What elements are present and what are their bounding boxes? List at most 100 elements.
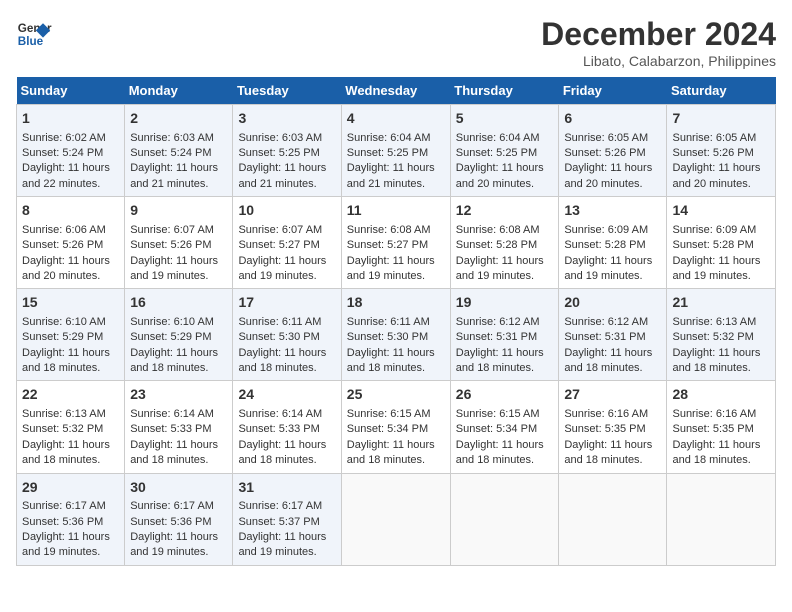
daylight-label: Daylight: 11 hours and 21 minutes. — [238, 162, 326, 189]
calendar-cell: 28Sunrise: 6:16 AMSunset: 5:35 PMDayligh… — [667, 381, 776, 473]
daylight-label: Daylight: 11 hours and 18 minutes. — [672, 439, 760, 466]
daylight-label: Daylight: 11 hours and 18 minutes. — [130, 347, 218, 374]
sunrise-text: Sunrise: 6:03 AM — [238, 132, 322, 144]
calendar-cell: 24Sunrise: 6:14 AMSunset: 5:33 PMDayligh… — [233, 381, 341, 473]
day-number: 9 — [130, 201, 227, 221]
sunrise-text: Sunrise: 6:10 AM — [22, 316, 106, 328]
day-number: 14 — [672, 201, 770, 221]
day-number: 23 — [130, 385, 227, 405]
sunrise-text: Sunrise: 6:13 AM — [672, 316, 756, 328]
daylight-label: Daylight: 11 hours and 21 minutes. — [130, 162, 218, 189]
calendar-week-row: 8Sunrise: 6:06 AMSunset: 5:26 PMDaylight… — [17, 197, 776, 289]
sunset-text: Sunset: 5:29 PM — [22, 331, 103, 343]
sunset-text: Sunset: 5:35 PM — [672, 423, 753, 435]
day-number: 6 — [564, 109, 661, 129]
day-number: 12 — [456, 201, 554, 221]
sunrise-text: Sunrise: 6:16 AM — [564, 408, 648, 420]
day-number: 26 — [456, 385, 554, 405]
sunset-text: Sunset: 5:31 PM — [564, 331, 645, 343]
sunrise-text: Sunrise: 6:15 AM — [347, 408, 431, 420]
sunset-text: Sunset: 5:28 PM — [672, 239, 753, 251]
day-number: 18 — [347, 293, 445, 313]
calendar-cell — [667, 473, 776, 565]
header-saturday: Saturday — [667, 77, 776, 105]
sunrise-text: Sunrise: 6:04 AM — [347, 132, 431, 144]
sunset-text: Sunset: 5:29 PM — [130, 331, 211, 343]
calendar-cell: 1Sunrise: 6:02 AMSunset: 5:24 PMDaylight… — [17, 105, 125, 197]
sunrise-text: Sunrise: 6:07 AM — [238, 224, 322, 236]
daylight-label: Daylight: 11 hours and 18 minutes. — [564, 439, 652, 466]
sunrise-text: Sunrise: 6:17 AM — [238, 500, 322, 512]
sunset-text: Sunset: 5:31 PM — [456, 331, 537, 343]
calendar-cell: 30Sunrise: 6:17 AMSunset: 5:36 PMDayligh… — [125, 473, 233, 565]
calendar-week-row: 22Sunrise: 6:13 AMSunset: 5:32 PMDayligh… — [17, 381, 776, 473]
daylight-label: Daylight: 11 hours and 20 minutes. — [456, 162, 544, 189]
day-number: 25 — [347, 385, 445, 405]
sunrise-text: Sunrise: 6:12 AM — [456, 316, 540, 328]
page-header: General Blue December 2024 Libato, Calab… — [16, 16, 776, 69]
sunrise-text: Sunrise: 6:11 AM — [347, 316, 430, 328]
sunset-text: Sunset: 5:26 PM — [130, 239, 211, 251]
calendar-week-row: 1Sunrise: 6:02 AMSunset: 5:24 PMDaylight… — [17, 105, 776, 197]
sunset-text: Sunset: 5:28 PM — [564, 239, 645, 251]
daylight-label: Daylight: 11 hours and 18 minutes. — [347, 347, 435, 374]
calendar-cell: 7Sunrise: 6:05 AMSunset: 5:26 PMDaylight… — [667, 105, 776, 197]
calendar-cell: 17Sunrise: 6:11 AMSunset: 5:30 PMDayligh… — [233, 289, 341, 381]
sunset-text: Sunset: 5:30 PM — [347, 331, 428, 343]
header-thursday: Thursday — [450, 77, 559, 105]
calendar-cell: 8Sunrise: 6:06 AMSunset: 5:26 PMDaylight… — [17, 197, 125, 289]
logo: General Blue — [16, 16, 52, 52]
day-number: 19 — [456, 293, 554, 313]
daylight-label: Daylight: 11 hours and 18 minutes. — [238, 439, 326, 466]
month-title: December 2024 — [541, 16, 776, 53]
sunrise-text: Sunrise: 6:03 AM — [130, 132, 214, 144]
day-number: 10 — [238, 201, 335, 221]
daylight-label: Daylight: 11 hours and 19 minutes. — [238, 531, 326, 558]
header-sunday: Sunday — [17, 77, 125, 105]
daylight-label: Daylight: 11 hours and 18 minutes. — [672, 347, 760, 374]
day-number: 11 — [347, 201, 445, 221]
calendar-cell — [450, 473, 559, 565]
logo-icon: General Blue — [16, 16, 52, 52]
daylight-label: Daylight: 11 hours and 19 minutes. — [130, 255, 218, 282]
sunrise-text: Sunrise: 6:12 AM — [564, 316, 648, 328]
calendar-cell: 5Sunrise: 6:04 AMSunset: 5:25 PMDaylight… — [450, 105, 559, 197]
daylight-label: Daylight: 11 hours and 18 minutes. — [130, 439, 218, 466]
sunset-text: Sunset: 5:33 PM — [238, 423, 319, 435]
calendar-cell: 15Sunrise: 6:10 AMSunset: 5:29 PMDayligh… — [17, 289, 125, 381]
daylight-label: Daylight: 11 hours and 18 minutes. — [22, 347, 110, 374]
sunset-text: Sunset: 5:32 PM — [22, 423, 103, 435]
day-number: 2 — [130, 109, 227, 129]
sunset-text: Sunset: 5:26 PM — [564, 147, 645, 159]
sunset-text: Sunset: 5:25 PM — [456, 147, 537, 159]
calendar-cell: 22Sunrise: 6:13 AMSunset: 5:32 PMDayligh… — [17, 381, 125, 473]
daylight-label: Daylight: 11 hours and 18 minutes. — [456, 439, 544, 466]
daylight-label: Daylight: 11 hours and 18 minutes. — [347, 439, 435, 466]
daylight-label: Daylight: 11 hours and 18 minutes. — [22, 439, 110, 466]
daylight-label: Daylight: 11 hours and 19 minutes. — [564, 255, 652, 282]
sunrise-text: Sunrise: 6:08 AM — [456, 224, 540, 236]
sunset-text: Sunset: 5:27 PM — [347, 239, 428, 251]
sunset-text: Sunset: 5:35 PM — [564, 423, 645, 435]
day-number: 5 — [456, 109, 554, 129]
daylight-label: Daylight: 11 hours and 19 minutes. — [347, 255, 435, 282]
calendar-cell: 4Sunrise: 6:04 AMSunset: 5:25 PMDaylight… — [341, 105, 450, 197]
sunrise-text: Sunrise: 6:11 AM — [238, 316, 321, 328]
sunrise-text: Sunrise: 6:09 AM — [564, 224, 648, 236]
calendar-cell: 29Sunrise: 6:17 AMSunset: 5:36 PMDayligh… — [17, 473, 125, 565]
sunset-text: Sunset: 5:36 PM — [22, 516, 103, 528]
sunrise-text: Sunrise: 6:14 AM — [238, 408, 322, 420]
sunset-text: Sunset: 5:26 PM — [22, 239, 103, 251]
day-number: 20 — [564, 293, 661, 313]
title-block: December 2024 Libato, Calabarzon, Philip… — [541, 16, 776, 69]
daylight-label: Daylight: 11 hours and 19 minutes. — [130, 531, 218, 558]
daylight-label: Daylight: 11 hours and 19 minutes. — [238, 255, 326, 282]
sunset-text: Sunset: 5:28 PM — [456, 239, 537, 251]
day-number: 30 — [130, 478, 227, 498]
calendar-cell: 3Sunrise: 6:03 AMSunset: 5:25 PMDaylight… — [233, 105, 341, 197]
sunrise-text: Sunrise: 6:06 AM — [22, 224, 106, 236]
sunset-text: Sunset: 5:30 PM — [238, 331, 319, 343]
calendar-cell — [341, 473, 450, 565]
calendar-cell: 25Sunrise: 6:15 AMSunset: 5:34 PMDayligh… — [341, 381, 450, 473]
sunrise-text: Sunrise: 6:15 AM — [456, 408, 540, 420]
